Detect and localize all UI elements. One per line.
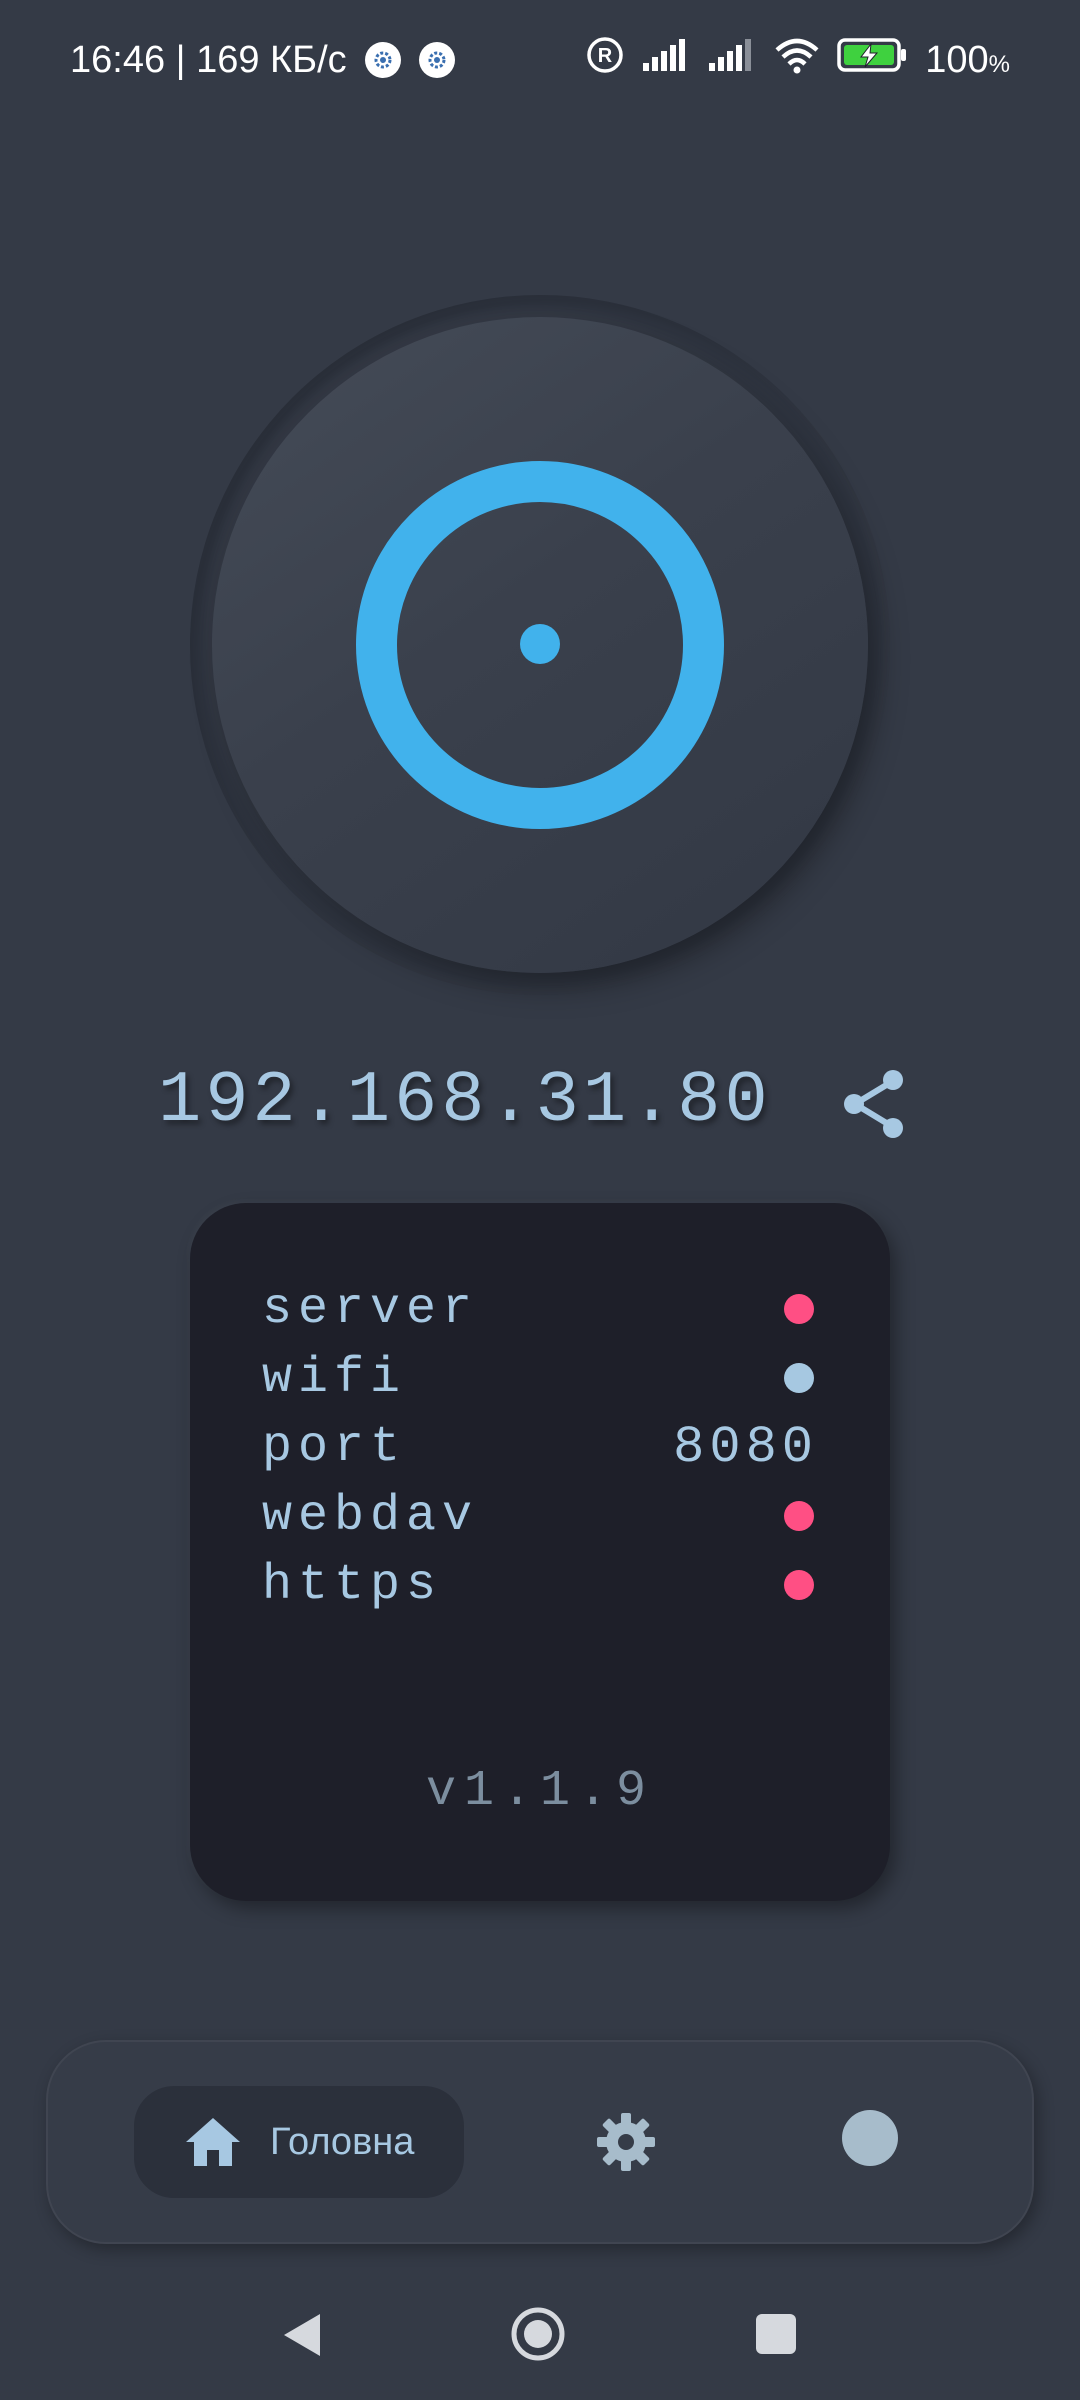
recent-apps-icon[interactable] [756,2314,796,2354]
signal-icon [641,37,691,83]
system-navigation [0,2300,1080,2380]
battery-charging-icon [837,36,909,84]
server-status-indicator [784,1294,814,1324]
ip-address: 192.168.31.80 [158,1060,772,1142]
wifi-status-indicator [784,1363,814,1393]
settings-badge-icon [364,42,401,78]
https-status-indicator [784,1570,814,1600]
nav-home-label: Головна [270,2120,415,2163]
share-button[interactable] [836,1064,912,1144]
status-row-port: port 8080 [262,1414,818,1480]
battery-percent-value: 100 [925,38,989,81]
time-and-speed: 16:46 | 169 КБ/с [70,38,347,81]
wifi-icon [773,36,821,84]
battery-percent: 100% [925,39,1010,82]
status-left: 16:46 | 169 КБ/с [70,36,455,84]
back-icon[interactable] [280,2310,324,2360]
status-right: R 100% [585,36,1010,84]
home-icon [186,2118,240,2166]
app-version: v1.1.9 [425,1763,655,1820]
battery-percent-sign: % [988,50,1010,78]
status-label: port [262,1418,407,1476]
nav-circle-tab[interactable] [842,2110,898,2166]
status-row-server: server [262,1276,818,1342]
power-dot-icon [520,624,560,664]
status-label: server [262,1280,479,1338]
port-value: 8080 [673,1417,818,1477]
status-label: https [262,1556,443,1614]
status-card: server wifi port 8080 webdav https v1.1.… [190,1203,890,1901]
svg-text:R: R [598,45,613,67]
status-row-wifi: wifi [262,1345,818,1411]
gear-icon [597,2113,655,2171]
status-row-webdav: webdav [262,1483,818,1549]
share-icon [844,1070,903,1138]
nav-home-tab[interactable]: Головна [134,2086,464,2198]
status-bar: 16:46 | 169 КБ/с R 100% [0,0,1080,120]
status-label: wifi [262,1349,407,1407]
webdav-status-indicator [784,1501,814,1531]
home-circle-icon[interactable] [510,2306,566,2362]
address-row: 192.168.31.80 [0,1050,1080,1160]
nav-settings-tab[interactable] [586,2102,666,2182]
signal-icon [707,37,757,83]
status-row-https: https [262,1552,818,1618]
roaming-icon: R [585,35,625,85]
settings-badge-icon [418,42,455,78]
bottom-navigation: Головна [46,2040,1034,2244]
status-label: webdav [262,1487,479,1545]
